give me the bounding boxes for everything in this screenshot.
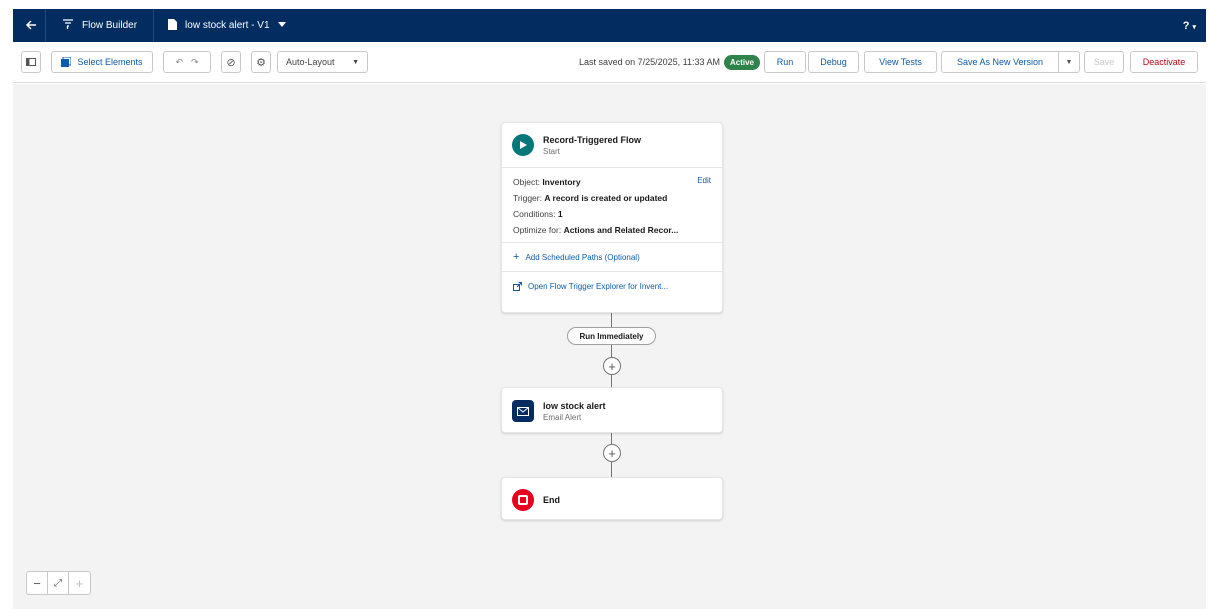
connector-line: [611, 313, 612, 327]
top-nav-bar: Flow Builder low stock alert - V1 ? ▾: [13, 9, 1206, 42]
end-node[interactable]: End: [501, 477, 723, 520]
select-elements-button[interactable]: Select Elements: [51, 51, 153, 73]
external-link-icon: [513, 282, 522, 291]
help-label: ?: [1182, 19, 1190, 32]
flow-builder-icon: [62, 19, 74, 32]
plus-icon: +: [75, 575, 84, 591]
trigger-property: Trigger: A record is created or updated: [502, 190, 722, 206]
last-saved-text: Last saved on 7/25/2025, 11:33 AM: [579, 57, 720, 67]
connector-line: [611, 462, 612, 477]
end-node-title: End: [543, 494, 560, 505]
open-trigger-explorer-link[interactable]: Open Flow Trigger Explorer for Invent...: [502, 272, 722, 301]
debug-button[interactable]: Debug: [808, 51, 859, 73]
run-immediately-path-label[interactable]: Run Immediately: [567, 327, 656, 345]
optimize-value: Actions and Related Recor...: [563, 225, 679, 235]
plus-icon: +: [608, 445, 616, 461]
start-node-header[interactable]: Record-Triggered Flow Start: [502, 123, 722, 167]
email-alert-title: low stock alert: [543, 400, 606, 411]
object-property: Object: Inventory: [502, 174, 722, 190]
edit-link[interactable]: Edit: [697, 176, 711, 185]
start-node-subtitle: Start: [543, 146, 560, 156]
play-icon: [512, 134, 534, 156]
fit-to-view-button[interactable]: ⤢: [48, 572, 69, 594]
chevron-down-icon: [277, 20, 286, 31]
panel-icon: [26, 58, 36, 66]
start-node-properties: Edit Object: Inventory Trigger: A record…: [502, 168, 722, 242]
zoom-controls: − ⤢ +: [26, 571, 91, 595]
envelope-icon: [512, 400, 534, 422]
chevron-down-icon: ▼: [1065, 58, 1073, 66]
run-button[interactable]: Run: [764, 51, 806, 73]
document-icon: [168, 18, 178, 33]
conditions-property: Conditions: 1: [502, 206, 722, 222]
conditions-label: Conditions:: [513, 209, 556, 219]
email-alert-node-header: low stock alert Email Alert: [502, 388, 722, 434]
view-tests-button[interactable]: View Tests: [864, 51, 937, 73]
connector-line: [611, 433, 612, 444]
start-node-title: Record-Triggered Flow: [543, 134, 642, 145]
conditions-value: 1: [557, 209, 563, 219]
save-options-dropdown[interactable]: ▼: [1059, 51, 1080, 73]
add-scheduled-paths-link[interactable]: + Add Scheduled Paths (Optional): [502, 243, 722, 271]
select-elements-icon: [61, 57, 72, 67]
optimize-label: Optimize for:: [513, 225, 562, 235]
open-trigger-explorer-label: Open Flow Trigger Explorer for Invent...: [528, 282, 669, 291]
email-alert-subtitle: Email Alert: [543, 412, 582, 422]
add-element-button[interactable]: +: [603, 444, 621, 462]
help-menu[interactable]: ? ▾: [1183, 20, 1196, 32]
expand-icon: ⤢: [54, 577, 62, 589]
plus-icon: +: [513, 251, 520, 263]
end-node-header: End: [502, 478, 722, 521]
email-alert-node[interactable]: low stock alert Email Alert: [501, 387, 723, 433]
object-value: Inventory: [542, 177, 581, 187]
gear-icon: ⚙: [256, 56, 266, 69]
prohibited-icon: ⊘: [226, 56, 236, 69]
trigger-label: Trigger:: [513, 193, 542, 203]
help-chevron-down-icon: ▾: [1192, 23, 1196, 31]
add-scheduled-paths-label: Add Scheduled Paths (Optional): [525, 252, 640, 262]
optimize-property: Optimize for: Actions and Related Recor.…: [502, 222, 722, 238]
minus-icon: −: [33, 575, 41, 591]
trigger-value: A record is created or updated: [544, 193, 668, 203]
file-menu[interactable]: low stock alert - V1: [154, 9, 299, 42]
app-name: Flow Builder: [82, 20, 138, 31]
save-button[interactable]: Save: [1084, 51, 1124, 73]
add-element-button[interactable]: +: [603, 357, 621, 375]
errors-button[interactable]: ⊘: [221, 51, 241, 73]
zoom-in-button[interactable]: +: [69, 572, 90, 594]
stop-icon: [512, 488, 534, 511]
undo-redo-group: ↶ ↷: [163, 51, 211, 73]
deactivate-button[interactable]: Deactivate: [1130, 51, 1198, 73]
file-name: low stock alert - V1: [185, 20, 270, 31]
connector-line: [611, 345, 612, 357]
toolbar: Select Elements ↶ ↷ ⊘ ⚙ Auto-Layout ▼ La…: [13, 42, 1206, 83]
object-label: Object:: [513, 177, 540, 187]
layout-select-value: Auto-Layout: [286, 57, 335, 67]
connector-line: [611, 375, 612, 387]
undo-icon[interactable]: ↶: [175, 57, 183, 68]
plus-icon: +: [608, 358, 616, 374]
toggle-panel-button[interactable]: [21, 51, 41, 73]
layout-select[interactable]: Auto-Layout ▼: [277, 51, 368, 73]
chevron-down-icon: ▼: [352, 58, 359, 66]
back-arrow-icon[interactable]: [17, 18, 45, 34]
settings-button[interactable]: ⚙: [251, 51, 271, 73]
save-as-new-version-button[interactable]: Save As New Version: [941, 51, 1059, 73]
redo-icon[interactable]: ↷: [191, 57, 199, 68]
app-title: Flow Builder: [46, 9, 153, 42]
start-node[interactable]: Record-Triggered Flow Start Edit Object:…: [501, 122, 723, 313]
status-badge: Active: [723, 54, 760, 70]
zoom-out-button[interactable]: −: [27, 572, 48, 594]
select-elements-label: Select Elements: [77, 57, 143, 67]
